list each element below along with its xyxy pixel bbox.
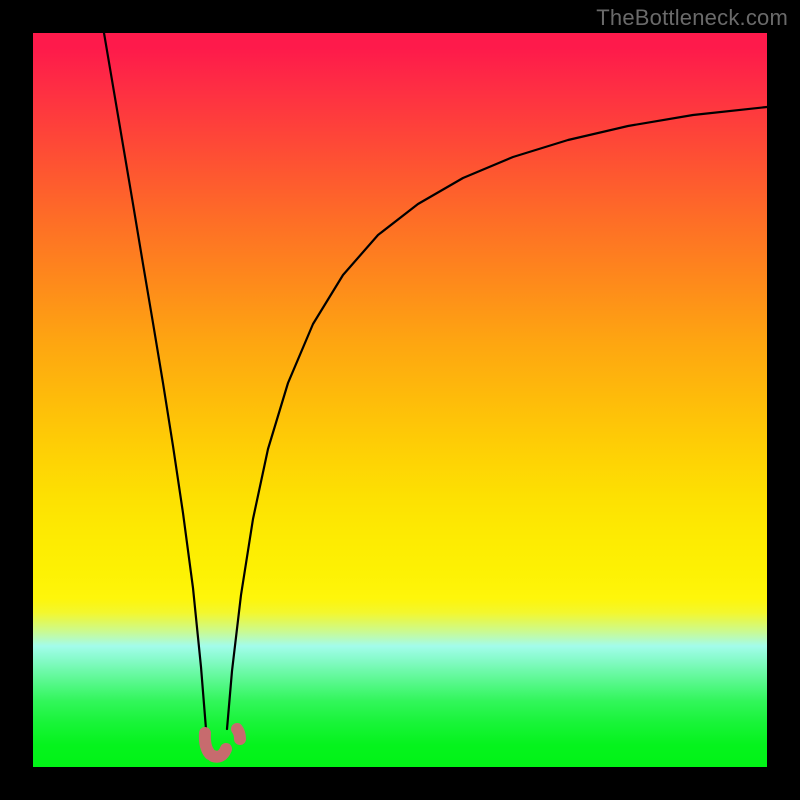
curve-svg	[33, 33, 767, 767]
curve-left_branch	[104, 33, 206, 729]
curve-right_branch	[227, 107, 767, 729]
trough-mark-0	[205, 733, 210, 754]
watermark-text: TheBottleneck.com	[596, 5, 788, 31]
trough-mark-2	[237, 729, 240, 739]
plot-area	[33, 33, 767, 767]
trough-mark-1	[213, 749, 226, 757]
chart-frame: TheBottleneck.com	[0, 0, 800, 800]
